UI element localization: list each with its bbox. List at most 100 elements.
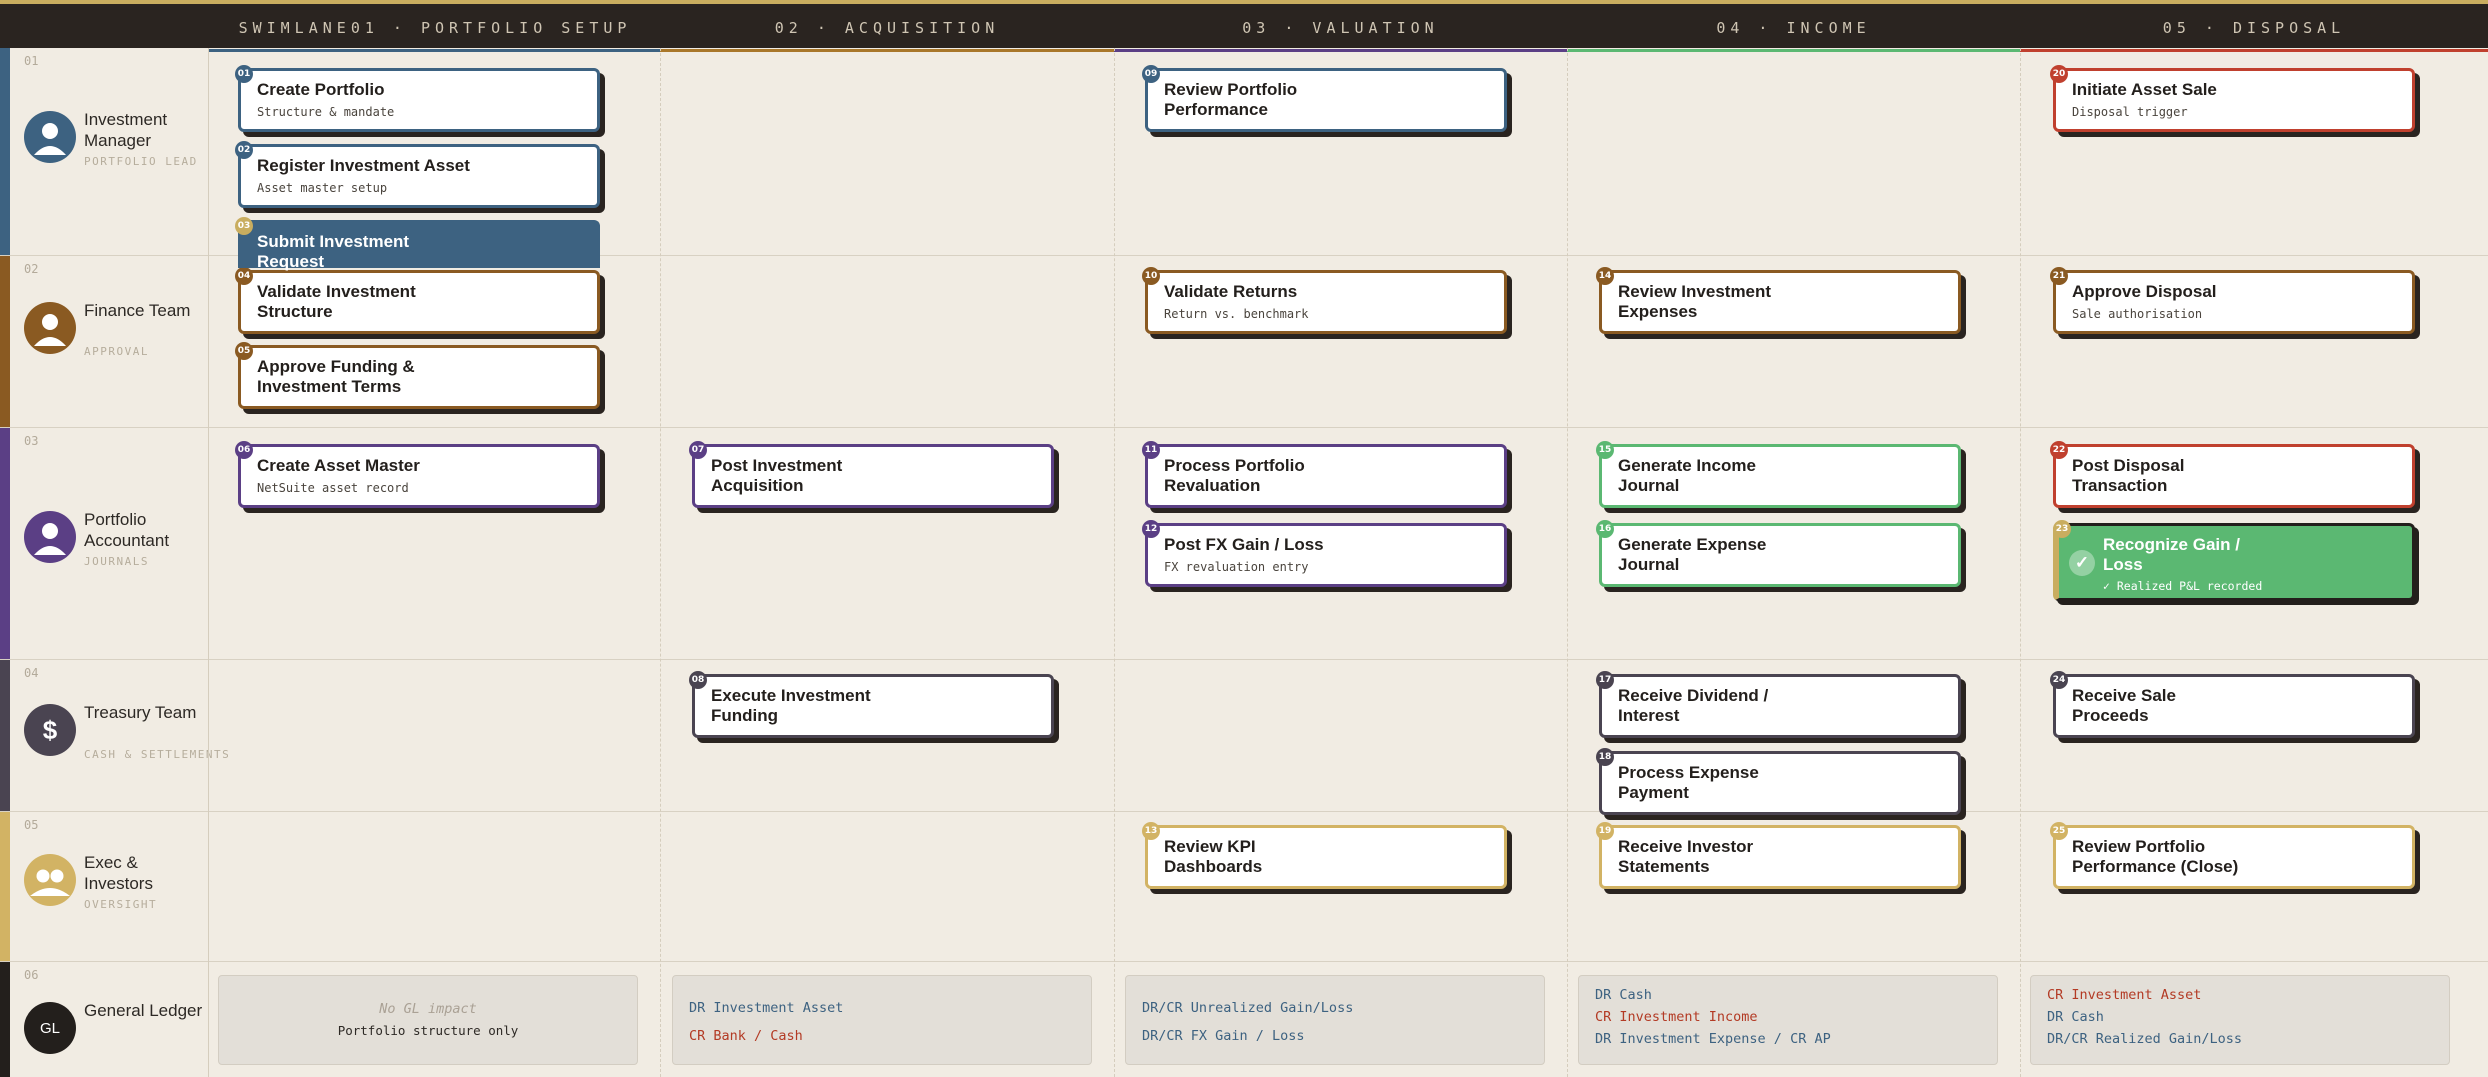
gl-journal-line: DR/CR Unrealized Gain/Loss [1142, 1000, 1354, 1016]
task-title: Post FX Gain / Loss [1164, 535, 1324, 554]
task-title: Review KPI Dashboards [1164, 837, 1263, 876]
task-card-07[interactable]: 07 Post Investment Acquisition [689, 441, 1054, 508]
task-card-02[interactable]: 02 Register Investment Asset Asset master … [235, 141, 600, 208]
gl-journal-line: CR Bank / Cash [689, 1028, 803, 1044]
gl-journal-line: DR Investment Asset [689, 1000, 844, 1016]
step-number-badge: 11 [1142, 441, 1160, 459]
task-title: Submit Investment Request [257, 232, 410, 271]
task-card-11[interactable]: 11 Process Portfolio Revaluation [1142, 441, 1507, 508]
gl-journal-line: CR Investment Income [1595, 1009, 1758, 1025]
task-card-22[interactable]: 22 Post Disposal Transaction [2050, 441, 2415, 508]
task-title: Process Expense Payment [1618, 763, 1759, 802]
task-subtitle: Asset master setup [257, 181, 388, 195]
task-title: Post Investment Acquisition [711, 456, 843, 495]
gl-journal-line: DR Cash [2047, 1009, 2104, 1025]
phase-title-4: 04 · INCOME [1716, 19, 1871, 37]
lane-color-bar [0, 48, 10, 255]
gl-entry-box-4: DR Cash CR Investment Income DR Investment… [1578, 975, 1998, 1065]
task-card-06[interactable]: 06 Create Asset Master NetSuite asset reco… [235, 441, 600, 508]
task-card-10[interactable]: 10 Validate Returns Return vs. benchmark [1142, 267, 1507, 334]
lane-color-bar [0, 428, 10, 659]
step-number-badge: 12 [1142, 520, 1160, 538]
lane-number: 04 [24, 666, 39, 680]
task-card-24[interactable]: 24 Receive Sale Proceeds [2050, 671, 2415, 738]
phase-title-1: SWIMLANE01 · PORTFOLIO SETUP [238, 19, 632, 37]
task-title: Approve Funding & Investment Terms [257, 357, 415, 396]
lane-color-bar [0, 812, 10, 961]
step-number-badge: 21 [2050, 267, 2068, 285]
dollar-icon: $ [24, 704, 76, 756]
gl-note: No GL impact [379, 1001, 477, 1017]
step-number-badge: 07 [689, 441, 707, 459]
task-card-15[interactable]: 15 Generate Income Journal [1596, 441, 1961, 508]
step-number-badge: 24 [2050, 671, 2068, 689]
task-card-08[interactable]: 08 Execute Investment Funding [689, 671, 1054, 738]
phase-title-5: 05 · DISPOSAL [2162, 19, 2346, 37]
step-number-badge: 01 [235, 65, 253, 83]
task-subtitle: Disposal trigger [2072, 105, 2188, 119]
task-title: Register Investment Asset [257, 156, 470, 175]
lane-color-bar [0, 256, 10, 427]
step-number-badge: 18 [1596, 748, 1614, 766]
lane-name: Investment Manager [84, 110, 168, 150]
task-title: Validate Returns [1164, 282, 1298, 301]
gl-journal-line: DR/CR Realized Gain/Loss [2047, 1031, 2243, 1047]
task-card-25[interactable]: 25 Review Portfolio Performance (Close) [2050, 822, 2415, 889]
task-title: Review Portfolio Performance [1164, 80, 1298, 119]
step-number-badge: 04 [235, 267, 253, 285]
task-subtitle: Structure & mandate [257, 105, 395, 119]
task-card-16[interactable]: 16 Generate Expense Journal [1596, 520, 1961, 587]
task-title: Generate Income Journal [1618, 456, 1756, 495]
lane-name: General Ledger [84, 1001, 203, 1020]
phase-title-2: 02 · ACQUISITION [774, 19, 1000, 37]
task-card-01[interactable]: 01 Create Portfolio Structure & mandate [235, 65, 600, 132]
task-card-04[interactable]: 04 Validate Investment Structure [235, 267, 600, 334]
task-card-05[interactable]: 05 Approve Funding & Investment Terms [235, 342, 600, 409]
task-card-12[interactable]: 12 Post FX Gain / Loss FX revaluation entr… [1142, 520, 1507, 587]
gl-entry-box-1: No GL impact Portfolio structure only [218, 975, 638, 1065]
step-number-badge: 19 [1596, 822, 1614, 840]
step-number-badge: 03 [235, 217, 253, 235]
task-subtitle: ✓ Realized P&L recorded [2103, 579, 2263, 593]
lane-role: JOURNALS [84, 555, 149, 568]
task-card-09[interactable]: 09 Review Portfolio Performance [1142, 65, 1507, 132]
task-title: Create Asset Master [257, 456, 420, 475]
gl-entry-box-3: DR/CR Unrealized Gain/Loss DR/CR FX Gain … [1125, 975, 1545, 1065]
task-card-23[interactable]: 23 ✓ Recognize Gain / Loss ✓ Realized P&L r… [2053, 520, 2415, 601]
task-card-17[interactable]: 17 Receive Dividend / Interest [1596, 671, 1961, 738]
task-title: Generate Expense Journal [1618, 535, 1767, 574]
step-number-badge: 17 [1596, 671, 1614, 689]
person-icon [24, 111, 76, 163]
task-title: Post Disposal Transaction [2072, 456, 2185, 495]
check-icon: ✓ [2069, 550, 2095, 576]
step-number-badge: 23 [2053, 520, 2071, 538]
task-title: Validate Investment Structure [257, 282, 416, 321]
step-number-badge: 02 [235, 141, 253, 159]
task-title: Create Portfolio [257, 80, 385, 99]
task-title: Approve Disposal [2072, 282, 2217, 301]
step-number-badge: 08 [689, 671, 707, 689]
task-card-13[interactable]: 13 Review KPI Dashboards [1142, 822, 1507, 889]
step-number-badge: 22 [2050, 441, 2068, 459]
task-subtitle: FX revaluation entry [1164, 560, 1309, 574]
task-card-03[interactable]: 03 Submit Investment Request [235, 217, 600, 271]
column-divider [208, 48, 209, 1077]
gl-entry-box-5: CR Investment Asset DR Cash DR/CR Realized… [2030, 975, 2450, 1065]
task-card-19[interactable]: 19 Receive Investor Statements [1596, 822, 1961, 889]
step-number-badge: 05 [235, 342, 253, 360]
task-card-20[interactable]: 20 Initiate Asset Sale Disposal trigger [2050, 65, 2415, 132]
lane-number: 06 [24, 968, 39, 982]
phase-header: SWIMLANE01 · PORTFOLIO SETUP 02 · ACQUIS… [0, 0, 2488, 52]
column-divider [1114, 48, 1115, 1077]
step-number-badge: 15 [1596, 441, 1614, 459]
task-subtitle: Return vs. benchmark [1164, 307, 1309, 321]
task-title: Receive Investor Statements [1618, 837, 1754, 876]
gl-description: Portfolio structure only [337, 1023, 519, 1038]
task-title: Review Portfolio Performance (Close) [2072, 837, 2239, 876]
task-card-18[interactable]: 18 Process Expense Payment [1596, 748, 1961, 815]
task-card-21[interactable]: 21 Approve Disposal Sale authorisation [2050, 267, 2415, 334]
task-card-14[interactable]: 14 Review Investment Expenses [1596, 267, 1961, 334]
group-icon [24, 854, 76, 906]
lane-name: Portfolio Accountant [84, 510, 170, 550]
gl-journal-line: DR Investment Expense / CR AP [1595, 1031, 1831, 1047]
